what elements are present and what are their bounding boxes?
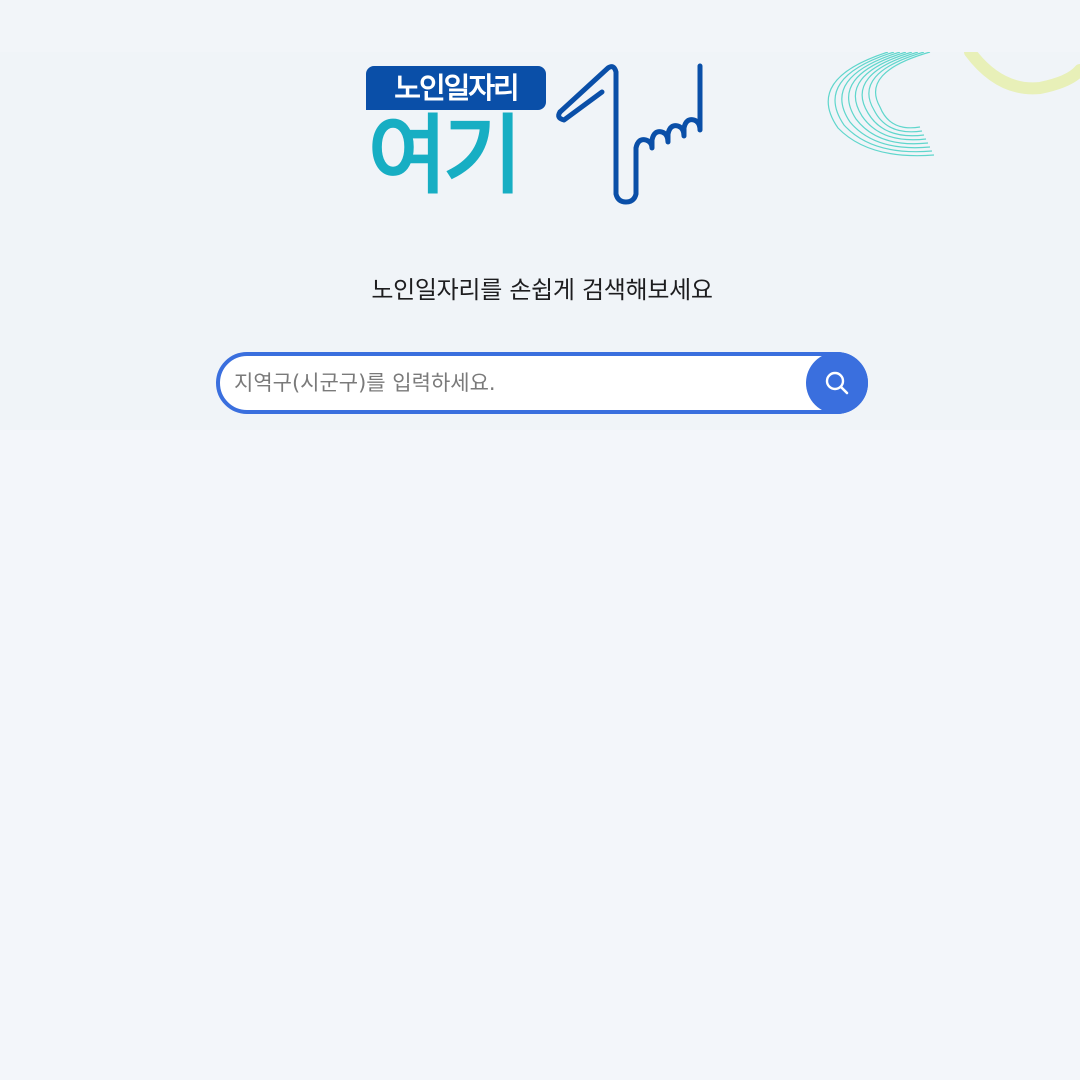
pointing-hand-icon [556,63,703,205]
logo[interactable]: 노인일자리 여기 [366,62,718,208]
logo-main-text: 여기 [368,106,522,206]
page: 노인일자리 여기 노인일자리를 손쉽게 검색해보세요 [0,0,1080,1080]
search-input[interactable] [234,356,794,410]
search-bar [216,352,868,414]
search-button[interactable] [806,352,868,414]
search-icon [825,371,849,395]
decorative-lines [827,52,1080,157]
tagline: 노인일자리를 손쉽게 검색해보세요 [371,276,713,304]
top-strip [0,0,1080,52]
hero-section: 노인일자리 여기 노인일자리를 손쉽게 검색해보세요 [0,52,1080,430]
